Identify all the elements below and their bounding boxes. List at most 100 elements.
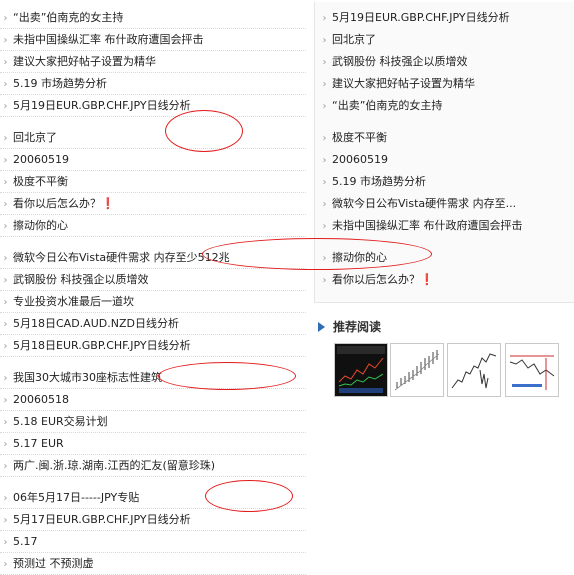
line-chart-icon [448,344,500,396]
bullet-arrow-icon: › [322,13,327,24]
bullet-arrow-icon: › [3,35,8,46]
bullet-arrow-icon: › [3,221,8,232]
left-list-item[interactable]: › 微软今日公布Vista硬件需求 内存至少512兆 [0,248,306,269]
right-list-item[interactable]: › 5.19 市场趋势分析 [319,172,574,192]
left-list-item-title[interactable]: 建议大家把好帖子设置为精华 [13,55,156,68]
right-list-item[interactable]: › 微软今日公布Vista硬件需求 内存至... [319,194,574,214]
left-list-item-title[interactable]: 预测过 不预测虚 [13,557,94,570]
left-list-item[interactable]: › 5.19 市场趋势分析 [0,74,306,95]
left-list-item[interactable]: › 看你以后怎么办？❗ [0,194,306,215]
left-list-item[interactable]: › 06年5月17日-----JPY专贴 [0,488,306,509]
left-list-item-title[interactable]: 两广.闽.浙.琼.湖南.江西的汇友(留意珍珠) [13,459,215,472]
left-list-item-title[interactable]: 微软今日公布Vista硬件需求 内存至少512兆 [13,251,230,264]
bullet-arrow-icon: › [322,79,327,90]
bullet-arrow-icon: › [3,559,8,570]
left-list-item[interactable]: › 我国30大城市30座标志性建筑 [0,368,306,389]
left-list-item-title[interactable]: “出卖”伯南克的女主持 [13,11,123,24]
left-list-item[interactable]: › 擦动你的心 [0,216,306,237]
left-list-item[interactable]: › 专业投资水准最后一道坎 [0,292,306,313]
right-list-item-title[interactable]: 未指中国操纵汇率 布什政府遭国会抨击 [332,219,523,232]
right-list-item[interactable]: › 20060519 [319,150,574,170]
left-list-item[interactable]: › 建议大家把好帖子设置为精华 [0,52,306,73]
recommend-thumbnail-3[interactable] [447,343,501,397]
left-list-item-title[interactable]: 20060518 [13,393,69,406]
right-list-item-title[interactable]: 回北京了 [332,33,376,46]
left-list-item-title[interactable]: 20060519 [13,153,69,166]
left-list-item-title[interactable]: 5.17 EUR [13,437,64,450]
left-list-item-title[interactable]: 回北京了 [13,131,57,144]
left-list-item[interactable]: › 未指中国操纵汇率 布什政府遭国会抨击 [0,30,306,51]
right-list-item[interactable]: › 未指中国操纵汇率 布什政府遭国会抨击 [319,216,574,236]
bullet-arrow-icon: › [3,133,8,144]
left-list-item[interactable]: › 回北京了 [0,128,306,149]
left-list-item[interactable]: › 5月19日EUR.GBP.CHF.JPY日线分析 [0,96,306,117]
right-list-item-title[interactable]: “出卖”伯南克的女主持 [332,99,442,112]
bullet-arrow-icon: › [322,35,327,46]
bullet-arrow-icon: › [3,177,8,188]
left-list-item-title[interactable]: 专业投资水准最后一道坎 [13,295,134,308]
right-list-spacer [315,238,574,258]
left-list-item-title[interactable]: 5.19 市场趋势分析 [13,77,107,90]
right-list-item-title[interactable]: 微软今日公布Vista硬件需求 内存至... [332,197,516,210]
right-list-item-title[interactable]: 20060519 [332,153,388,166]
right-list-item[interactable]: › 武钢股份 科技强企以质增效 [319,52,574,72]
bullet-arrow-icon: › [3,319,8,330]
left-list-item-title[interactable]: 看你以后怎么办？❗ [13,197,115,210]
left-list-item[interactable]: › 武钢股份 科技强企以质增效 [0,270,306,291]
bullet-arrow-icon: › [3,493,8,504]
left-list-item[interactable]: › 5月17日EUR.GBP.CHF.JPY日线分析 [0,510,306,531]
indicator-chart-icon [506,344,558,396]
left-list-item[interactable]: › 两广.闽.浙.琼.湖南.江西的汇友(留意珍珠) [0,456,306,477]
left-list-item-title[interactable]: 5月18日CAD.AUD.NZD日线分析 [13,317,179,330]
bullet-arrow-icon: › [322,221,327,232]
bullet-arrow-icon: › [3,253,8,264]
left-list-item[interactable]: › “出卖”伯南克的女主持 [0,8,306,29]
left-list-item-title[interactable]: 5.17 [13,535,38,548]
bullet-arrow-icon: › [3,155,8,166]
right-list-item-title[interactable]: 5月19日EUR.GBP.CHF.JPY日线分析 [332,11,510,24]
recommend-thumbnail-2[interactable] [390,343,444,397]
right-list-item[interactable]: › 回北京了 [319,30,574,50]
left-list-item[interactable]: › 预测过 不预测虚 [0,554,306,575]
left-list-item[interactable]: › 5.17 EUR [0,434,306,455]
left-list-item[interactable]: › 5.17 [0,532,306,553]
left-list-item-title[interactable]: 武钢股份 科技强企以质增效 [13,273,149,286]
left-list-item-title[interactable]: 5月18日EUR.GBP.CHF.JPY日线分析 [13,339,191,352]
bullet-arrow-icon: › [3,439,8,450]
bullet-arrow-icon: › [3,275,8,286]
left-list-item[interactable]: › 20060519 [0,150,306,171]
recommend-title: 推荐阅读 [333,320,382,334]
right-list-item[interactable]: › “出卖”伯南克的女主持 [319,96,574,116]
left-list-item-title[interactable]: 5.18 EUR交易计划 [13,415,108,428]
bullet-arrow-icon: › [322,155,327,166]
right-list-item-title[interactable]: 看你以后怎么办？❗ [332,273,434,286]
left-list-item-title[interactable]: 极度不平衡 [13,175,68,188]
left-list-item-title[interactable]: 未指中国操纵汇率 布什政府遭国会抨击 [13,33,204,46]
left-list-item-title[interactable]: 5月19日EUR.GBP.CHF.JPY日线分析 [13,99,191,112]
right-list-spacer [315,118,574,138]
right-list-item[interactable]: › 建议大家把好帖子设置为精华 [319,74,574,94]
left-list-item-title[interactable]: 06年5月17日-----JPY专贴 [13,491,139,504]
left-list-item[interactable]: › 20060518 [0,390,306,411]
left-list-item[interactable]: › 5.18 EUR交易计划 [0,412,306,433]
right-list-item-title[interactable]: 武钢股份 科技强企以质增效 [332,55,468,68]
recommend-thumbnail-4[interactable] [505,343,559,397]
bullet-arrow-icon: › [3,57,8,68]
left-article-list: › “出卖”伯南克的女主持 › 未指中国操纵汇率 布什政府遭国会抨击 › 建议大家把好帖子… [0,0,306,575]
left-list-item[interactable]: › 5月18日EUR.GBP.CHF.JPY日线分析 [0,336,306,357]
right-list-item[interactable]: › 看你以后怎么办？❗ [319,270,574,290]
left-list-item-title[interactable]: 我国30大城市30座标志性建筑 [13,371,162,384]
right-list-item-title[interactable]: 建议大家把好帖子设置为精华 [332,77,475,90]
right-list-item-title[interactable]: 5.19 市场趋势分析 [332,175,426,188]
right-article-panel: › 5月19日EUR.GBP.CHF.JPY日线分析 › 回北京了 › 武钢股份 科技强企… [314,2,574,303]
left-list-item[interactable]: › 极度不平衡 [0,172,306,193]
right-list-item[interactable]: › 5月19日EUR.GBP.CHF.JPY日线分析 [319,8,574,28]
left-list-item[interactable]: › 5月18日CAD.AUD.NZD日线分析 [0,314,306,335]
bullet-arrow-icon: › [322,275,327,286]
bullet-arrow-icon: › [3,417,8,428]
recommend-thumbnail-1[interactable] [334,343,388,397]
bullet-arrow-icon: › [322,57,327,68]
left-list-item-title[interactable]: 5月17日EUR.GBP.CHF.JPY日线分析 [13,513,191,526]
bullet-arrow-icon: › [3,297,8,308]
left-list-item-title[interactable]: 擦动你的心 [13,219,68,232]
